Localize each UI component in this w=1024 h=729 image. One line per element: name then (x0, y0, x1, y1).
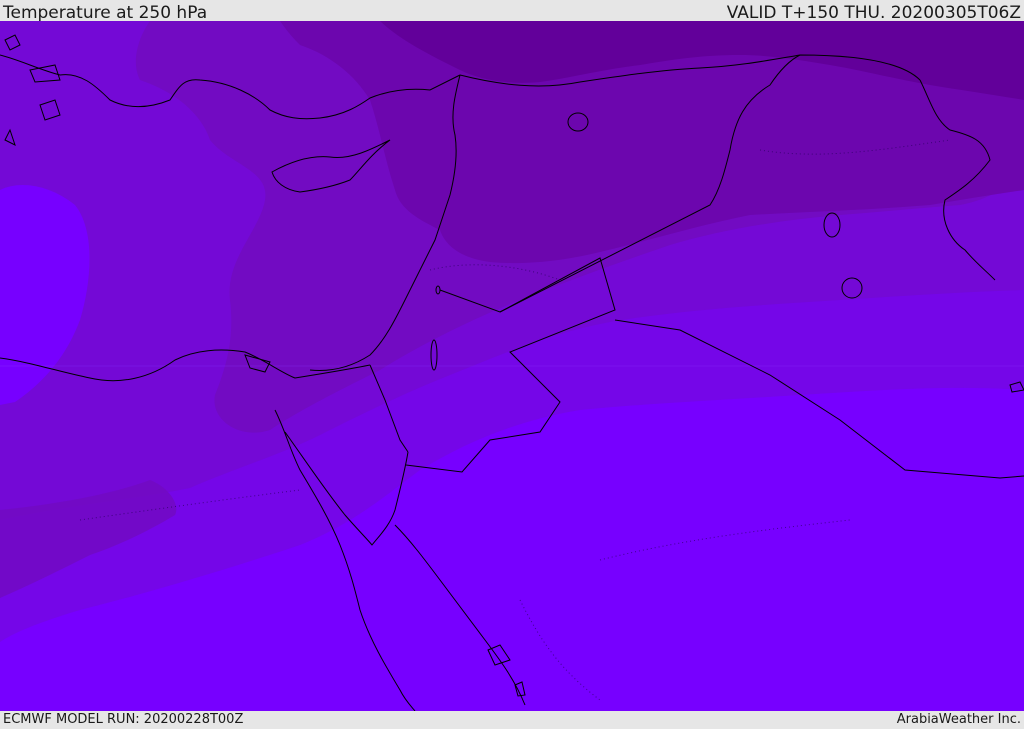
credit-label: ArabiaWeather Inc. (896, 712, 1021, 727)
temperature-map (0, 21, 1024, 712)
footer-bar: ECMWF MODEL RUN: 20200228T00Z ArabiaWeat… (0, 711, 1024, 729)
header-bar: Temperature at 250 hPa VALID T+150 THU. … (0, 0, 1024, 23)
map-area (0, 21, 1024, 712)
model-run-label: ECMWF MODEL RUN: 20200228T00Z (3, 712, 244, 727)
forecast-map-frame: Temperature at 250 hPa VALID T+150 THU. … (0, 0, 1024, 729)
